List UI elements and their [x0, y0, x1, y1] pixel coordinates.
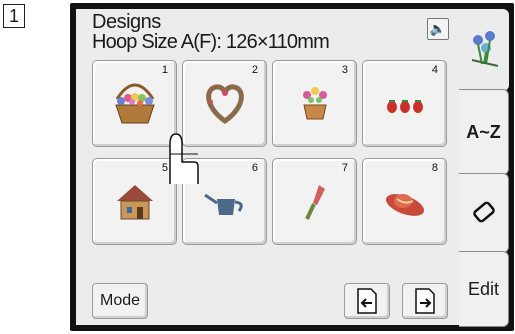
design-tile-3[interactable]: 3	[272, 60, 357, 147]
speaker-icon[interactable]: 🔈	[427, 18, 449, 40]
trowel-icon	[305, 185, 325, 220]
hoop-size-label: Hoop Size A(F): 126×110mm	[92, 31, 330, 53]
mode-button[interactable]: Mode	[92, 283, 148, 319]
tab-alphabet[interactable]: A~Z	[459, 89, 509, 175]
flower-pot-icon	[303, 87, 327, 120]
tile-number: 6	[251, 162, 258, 174]
tab-edit[interactable]: Edit	[459, 251, 509, 327]
tile-number: 1	[161, 64, 168, 76]
tile-number: 3	[341, 64, 348, 76]
tab-eraser[interactable]	[459, 173, 509, 253]
lcd-screen: Designs Hoop Size A(F): 126×110mm 🔈 1 2 …	[76, 9, 459, 325]
alphabet-tab-label: A~Z	[466, 122, 501, 142]
page-forward-icon	[415, 288, 435, 314]
watering-can-icon	[204, 193, 243, 215]
heart-wreath-icon	[206, 84, 244, 125]
lcd-frame: Designs Hoop Size A(F): 126×110mm 🔈 1 2 …	[70, 3, 514, 331]
tile-number: 8	[431, 162, 438, 174]
hand-pointer-icon	[169, 133, 199, 184]
prev-page-button[interactable]	[344, 283, 390, 319]
page-title: Designs	[92, 11, 161, 33]
next-page-button[interactable]	[402, 283, 448, 319]
flower-basket-icon	[115, 83, 155, 124]
house-icon	[117, 185, 153, 220]
sun-hat-icon	[385, 194, 425, 216]
design-tile-7[interactable]: 7	[272, 158, 357, 245]
design-tile-4[interactable]: 4	[362, 60, 447, 147]
tile-number: 7	[341, 162, 348, 174]
tile-number: 4	[431, 64, 438, 76]
eraser-icon	[472, 201, 495, 223]
edit-tab-label: Edit	[467, 279, 500, 299]
strawberries-icon	[387, 100, 423, 113]
tab-designs[interactable]	[459, 9, 509, 91]
page-back-icon	[357, 288, 377, 314]
design-tile-8[interactable]: 8	[362, 158, 447, 245]
step-number: 1	[3, 4, 25, 28]
flowers-tab-icon	[471, 31, 498, 67]
tile-number: 2	[251, 64, 258, 76]
